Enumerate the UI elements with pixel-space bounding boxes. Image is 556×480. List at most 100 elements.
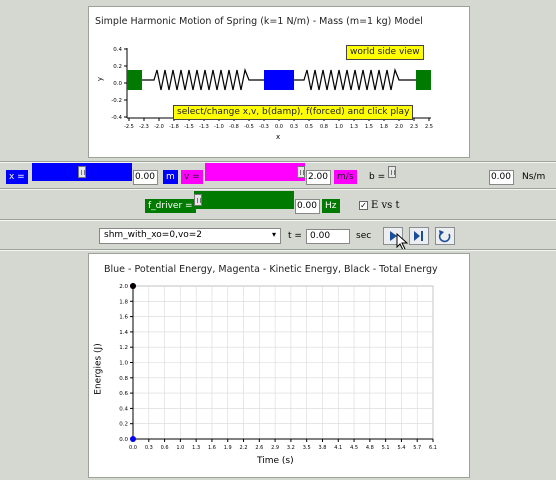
spring-x-tick-label: 1.5 bbox=[365, 124, 373, 130]
spring-x-tick-label: -0.3 bbox=[259, 124, 269, 130]
chart-x-tick-label: 1.9 bbox=[224, 445, 232, 451]
chart-x-tick-label: 5.7 bbox=[413, 445, 421, 451]
chart-x-tick-label: 2.9 bbox=[271, 445, 279, 451]
spring-x-tick-label: 0.3 bbox=[290, 124, 298, 130]
chart-x-tick-label: 3.8 bbox=[318, 445, 326, 451]
spring-x-tick-label: -1.3 bbox=[199, 124, 209, 130]
step-forward-icon bbox=[414, 231, 423, 241]
chart-y-tick-label: 2.0 bbox=[119, 284, 128, 290]
f-driver-label: f_driver = bbox=[145, 199, 196, 213]
spring-x-tick-label: -1.5 bbox=[184, 124, 194, 130]
chart-x-tick-label: 5.1 bbox=[382, 445, 390, 451]
spring-ylabel: y bbox=[96, 76, 105, 82]
t-unit: sec bbox=[356, 231, 372, 241]
v-slider-thumb[interactable] bbox=[297, 166, 305, 178]
reset-button[interactable] bbox=[435, 227, 455, 245]
chart-y-tick-label: 0.0 bbox=[119, 437, 128, 443]
spring-x-tick-label: -0.8 bbox=[229, 124, 239, 130]
chart-ylabel: Energies (J) bbox=[93, 343, 104, 395]
chart-x-tick-label: 0.6 bbox=[161, 445, 169, 451]
reset-icon bbox=[438, 230, 451, 243]
spring-x-tick-label: 0.8 bbox=[320, 124, 328, 130]
preset-select[interactable]: shm_with_xo=0,vo=2 ▾ bbox=[99, 228, 281, 244]
v-label: v = bbox=[181, 170, 203, 184]
spring-x-tick-label: -2.3 bbox=[139, 124, 149, 130]
spring-x-tick-label: 0.0 bbox=[275, 124, 283, 130]
v-slider[interactable] bbox=[205, 163, 305, 181]
instruction-label: select/change x,v, b(damp), f(forced) an… bbox=[173, 105, 414, 120]
chart-y-tick-label: 1.4 bbox=[119, 330, 128, 336]
spring-x-tick-label: 1.0 bbox=[335, 124, 343, 130]
x-label: x = bbox=[6, 170, 28, 184]
mass-block bbox=[264, 70, 294, 90]
spring-y-tick-label: 0.4 bbox=[113, 47, 122, 53]
preset-selected-value: shm_with_xo=0,vo=2 bbox=[104, 230, 203, 240]
x-slider-thumb[interactable] bbox=[78, 166, 86, 178]
f-driver-value-field[interactable]: 0.00 bbox=[295, 199, 320, 214]
chart-x-tick-label: 3.2 bbox=[287, 445, 295, 451]
chart-y-tick-label: 0.6 bbox=[119, 391, 128, 397]
spring-y-tick-label: 0.0 bbox=[113, 81, 122, 87]
spring-x-tick-label: 2.3 bbox=[410, 124, 418, 130]
chart-y-tick-label: 0.2 bbox=[119, 422, 128, 428]
x-slider[interactable] bbox=[32, 163, 132, 181]
chart-y-tick-label: 1.6 bbox=[119, 315, 128, 321]
chart-y-tick-label: 0.8 bbox=[119, 376, 128, 382]
energy-chart-panel: Blue - Potential Energy, Magenta - Kinet… bbox=[88, 253, 470, 478]
spring-x-tick-label: 0.5 bbox=[305, 124, 313, 130]
f-driver-slider-thumb[interactable] bbox=[194, 194, 202, 206]
spring-y-tick-label: -0.4 bbox=[111, 115, 122, 121]
spring-y-ticks: 0.4 0.2 0.0 -0.2 -0.4 bbox=[111, 47, 127, 121]
energy-chart: 2.0 1.8 1.6 1.4 1.2 1.0 0.8 0.6 0.4 0.2 0.00.0 0.3 0… bbox=[119, 283, 437, 451]
separator-2 bbox=[0, 188, 556, 190]
chart-y-tick-label: 1.0 bbox=[119, 361, 128, 367]
chart-x-tick-label: 4.1 bbox=[334, 445, 342, 451]
chart-x-tick-label: 1.3 bbox=[192, 445, 200, 451]
b-value-field[interactable]: 0.00 bbox=[489, 170, 514, 185]
chart-x-tick-label: 6.1 bbox=[429, 445, 437, 451]
chart-x-tick-label: 5.4 bbox=[397, 445, 405, 451]
chart-x-tick-label: 2.2 bbox=[240, 445, 248, 451]
chart-x-tick-label: 0.0 bbox=[129, 445, 137, 451]
world-side-view-label: world side view bbox=[346, 45, 424, 60]
chart-x-tick-label: 0.3 bbox=[145, 445, 153, 451]
b-label: b = bbox=[369, 172, 386, 182]
chart-y-tick-label: 1.2 bbox=[119, 345, 128, 351]
spring-xlabel: x bbox=[276, 133, 281, 141]
chart-x-tick-label: 1.6 bbox=[208, 445, 216, 451]
spring-y-tick-label: -0.2 bbox=[111, 98, 122, 104]
chart-x-tick-label: 4.8 bbox=[366, 445, 374, 451]
separator-3 bbox=[0, 219, 556, 221]
spring-x-tick-label: -1.8 bbox=[169, 124, 179, 130]
b-slider-thumb[interactable] bbox=[388, 166, 396, 178]
chart-xlabel: Time (s) bbox=[257, 456, 294, 466]
v-unit: m/s bbox=[334, 170, 357, 184]
spring-x-tick-label: 2.5 bbox=[425, 124, 433, 130]
x-value-field[interactable]: 0.00 bbox=[133, 170, 158, 185]
spring-x-tick-label: 2.0 bbox=[395, 124, 403, 130]
chart-y-tick-label: 1.8 bbox=[119, 299, 128, 305]
t-label: t = bbox=[288, 231, 302, 241]
t-value-field[interactable]: 0.00 bbox=[306, 229, 350, 244]
step-forward-button[interactable] bbox=[409, 227, 429, 245]
x-unit: m bbox=[163, 170, 178, 184]
spring-x-tick-label: -1.0 bbox=[214, 124, 224, 130]
f-driver-slider[interactable] bbox=[194, 191, 294, 209]
spring-x-tick-label: 1.8 bbox=[380, 124, 388, 130]
spring-x-tick-label: -0.5 bbox=[244, 124, 254, 130]
chart-point-potential-energy bbox=[130, 436, 136, 442]
v-value-field[interactable]: 2.00 bbox=[306, 170, 331, 185]
b-unit: Ns/m bbox=[522, 172, 546, 182]
f-driver-unit: Hz bbox=[322, 199, 340, 213]
spring-world-panel: Simple Harmonic Motion of Spring (k=1 N/… bbox=[88, 6, 470, 158]
chart-y-tick-label: 0.4 bbox=[119, 406, 128, 412]
right-wall bbox=[416, 70, 431, 90]
left-wall bbox=[127, 70, 142, 90]
spring-x-tick-label: -2.0 bbox=[154, 124, 164, 130]
e-vs-t-checkbox[interactable]: ✓ bbox=[359, 201, 368, 210]
b-slider[interactable] bbox=[388, 163, 488, 181]
spring-y-tick-label: 0.2 bbox=[113, 64, 122, 70]
separator-4 bbox=[0, 249, 556, 251]
chart-x-tick-label: 1.0 bbox=[176, 445, 184, 451]
e-vs-t-label: E vs t bbox=[371, 200, 400, 211]
